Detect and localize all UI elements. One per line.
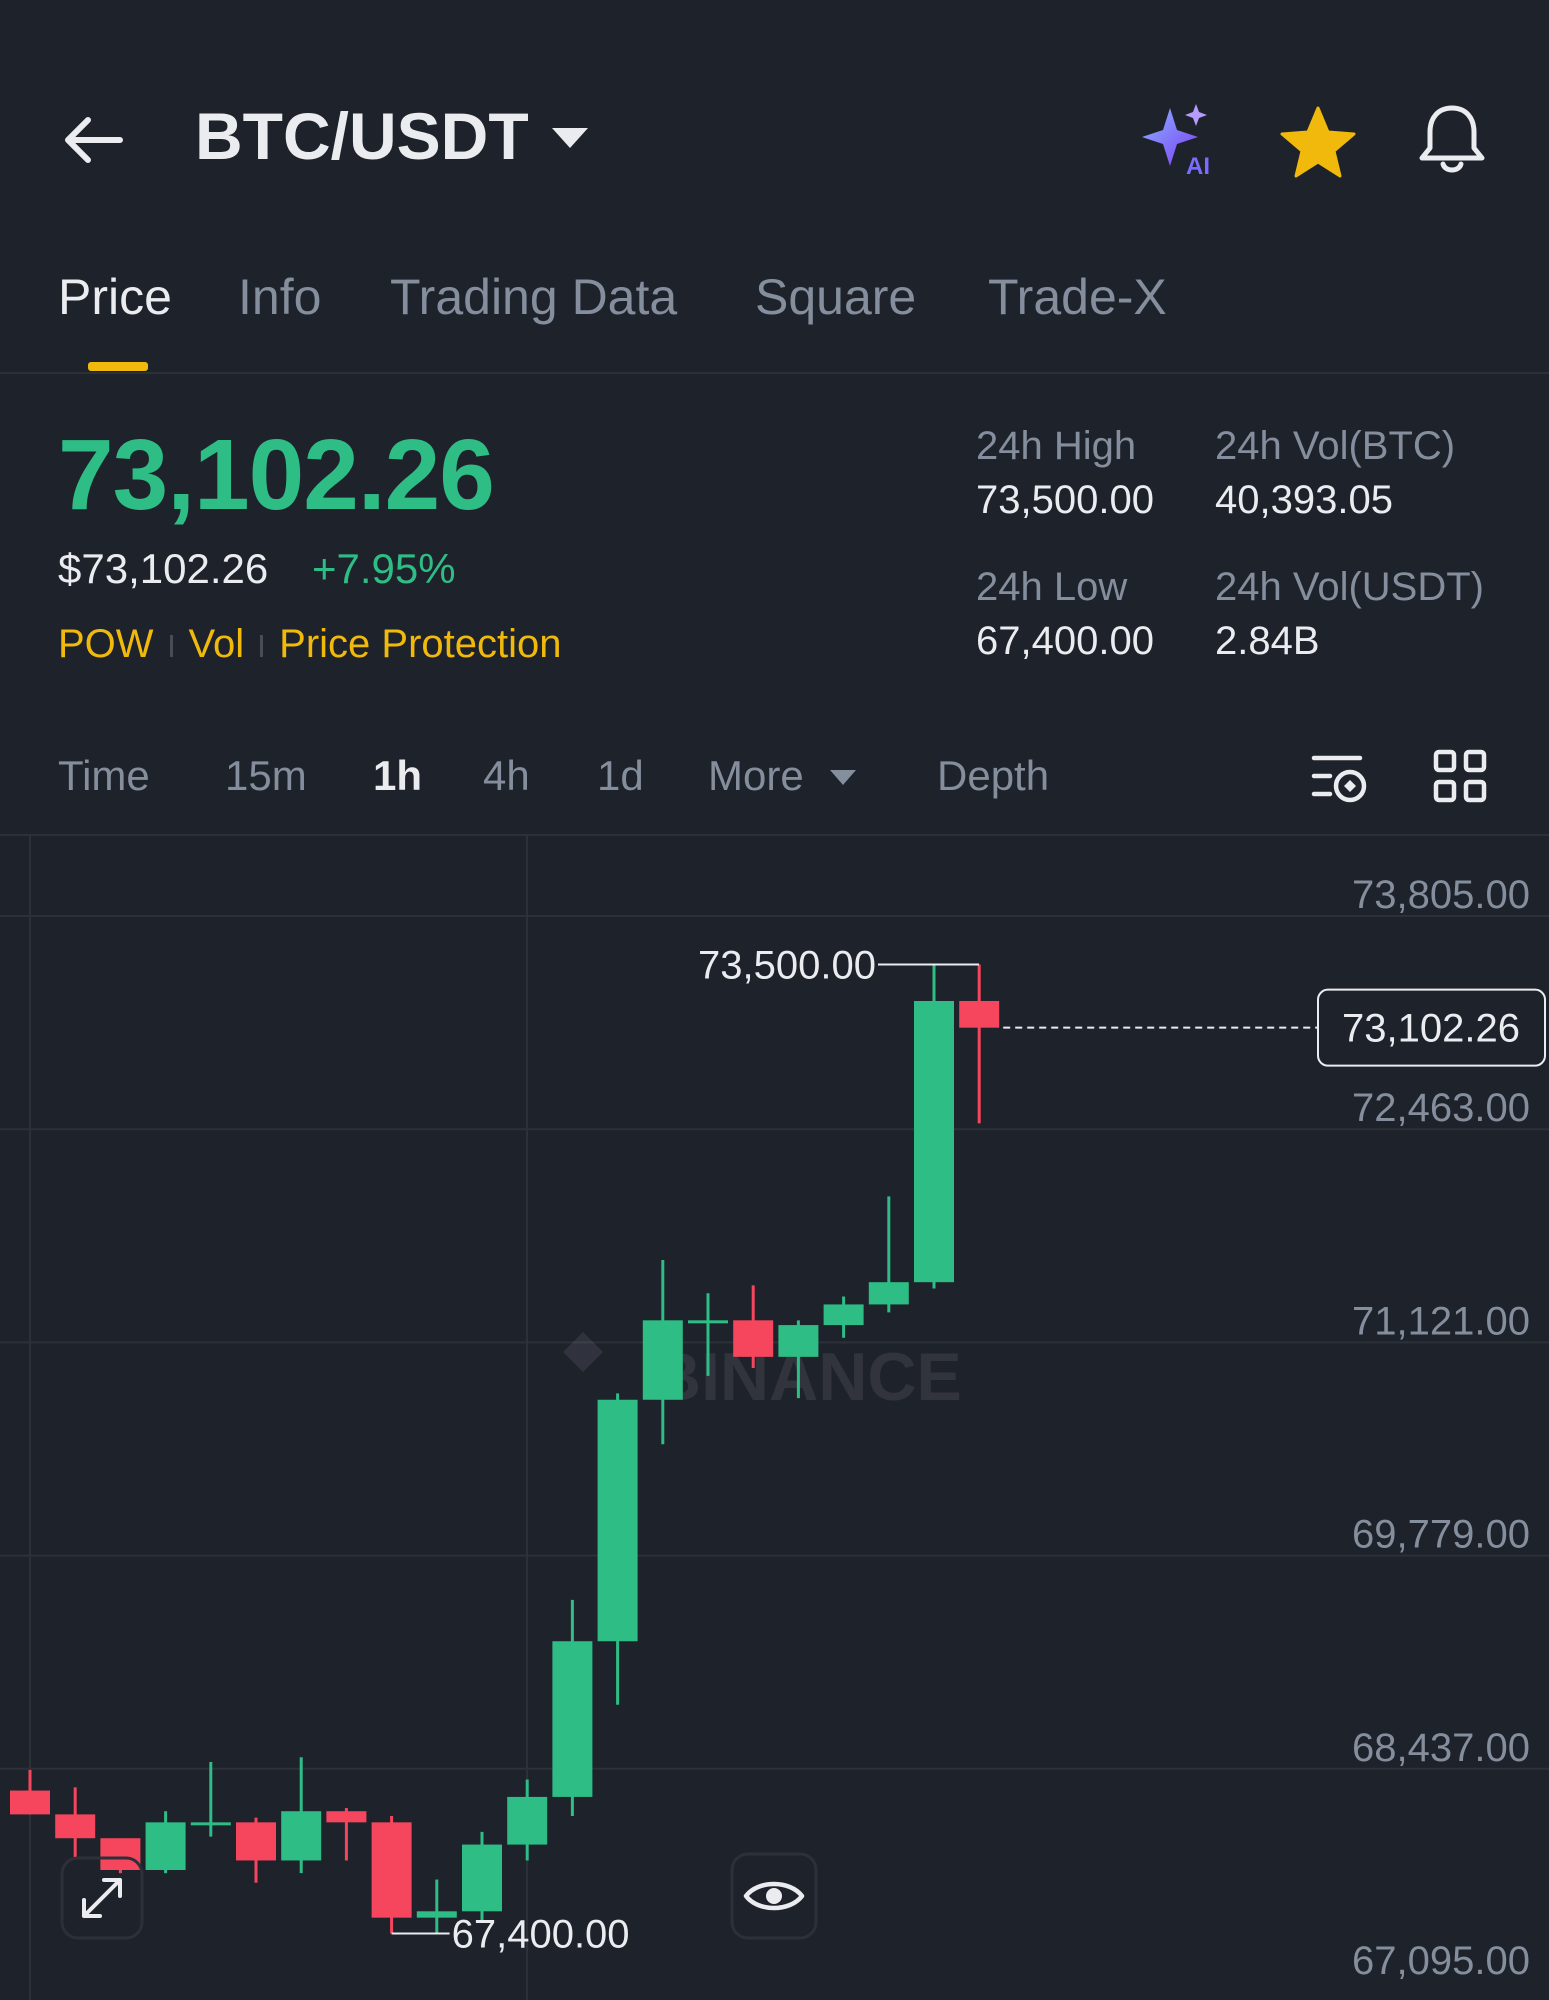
candle	[462, 1831, 502, 1921]
more-caret-icon[interactable]	[830, 770, 856, 785]
tag-pow[interactable]: POW	[58, 622, 154, 666]
candle-body	[145, 1822, 186, 1870]
candle	[552, 1599, 593, 1816]
expand-icon[interactable]	[60, 1856, 144, 1940]
candle-body	[281, 1811, 322, 1861]
last-price: 73,102.26	[58, 419, 495, 531]
candle-body	[823, 1304, 864, 1326]
candle	[868, 1196, 909, 1313]
candle-body	[778, 1325, 819, 1357]
candle-body	[462, 1844, 502, 1912]
tab-square[interactable]: Square	[755, 268, 916, 326]
candle-body	[597, 1399, 638, 1642]
candle-body	[642, 1320, 683, 1400]
timeframe-time[interactable]: Time	[58, 752, 150, 800]
candlestick-chart[interactable]: 73,805.00 72,463.00 71,121.00 69,779.00 68,4…	[0, 836, 1549, 2000]
indicator-settings-icon[interactable]	[1310, 748, 1370, 808]
y-tick-label: 73,805.00	[1352, 873, 1530, 917]
candle	[145, 1811, 186, 1874]
candle-body	[371, 1822, 412, 1918]
candle	[55, 1787, 96, 1858]
candle-body	[868, 1282, 909, 1305]
high-label: 24h High	[976, 424, 1137, 468]
candle-body	[10, 1790, 50, 1815]
tag-separator	[169, 635, 173, 658]
vol-btc-label: 24h Vol(BTC)	[1215, 424, 1456, 468]
high-value: 73,500.00	[976, 478, 1154, 522]
candles	[10, 964, 1000, 1934]
candle-body	[190, 1822, 231, 1826]
candle	[823, 1296, 864, 1338]
candle-body	[236, 1822, 276, 1861]
eye-icon[interactable]	[730, 1852, 818, 1940]
low-marker-label: 67,400.00	[452, 1913, 630, 1957]
candle	[326, 1808, 367, 1861]
candle-body	[326, 1811, 367, 1823]
tag-list: POW Vol Price Protection	[58, 622, 562, 667]
tag-vol[interactable]: Vol	[189, 622, 245, 666]
active-tab-indicator	[88, 362, 148, 371]
vol-usdt-value: 2.84B	[1215, 619, 1320, 663]
timeframe-more[interactable]: More	[708, 752, 804, 800]
ai-sparkle-icon[interactable]: AI	[1140, 100, 1220, 180]
candle	[10, 1769, 50, 1815]
binance-logo-icon	[563, 1332, 603, 1372]
y-tick-label: 69,779.00	[1352, 1513, 1530, 1557]
candle-body	[914, 1000, 954, 1283]
timeframe-15m[interactable]: 15m	[225, 752, 307, 800]
tag-separator	[260, 635, 264, 658]
chart-grid: 73,805.00 72,463.00 71,121.00 69,779.00 68,4…	[0, 836, 1549, 2000]
tab-info[interactable]: Info	[238, 268, 321, 326]
tag-price-protection[interactable]: Price Protection	[279, 622, 561, 666]
pair-title[interactable]: BTC/USDT	[195, 98, 529, 174]
vol-btc-value: 40,393.05	[1215, 478, 1393, 522]
candle	[959, 964, 1000, 1124]
vol-usdt-label: 24h Vol(USDT)	[1215, 565, 1484, 609]
candle	[507, 1779, 548, 1861]
candle-body	[507, 1796, 548, 1845]
timeframe-4h[interactable]: 4h	[483, 752, 530, 800]
candle	[597, 1393, 638, 1705]
top-bar: BTC/USDT AI	[0, 0, 1549, 240]
low-label: 24h Low	[976, 565, 1128, 609]
candle	[371, 1815, 412, 1934]
usd-price: $73,102.26	[58, 545, 269, 592]
y-tick-label: 67,095.00	[1352, 1939, 1530, 1983]
candle	[236, 1817, 276, 1883]
current-price-label: 73,102.26	[1342, 1007, 1520, 1051]
tab-trade-x[interactable]: Trade-X	[988, 268, 1167, 326]
candle	[914, 964, 954, 1289]
grid-layout-icon[interactable]	[1432, 748, 1488, 804]
main-tabs: Price Info Trading Data Square Trade-X	[0, 268, 1549, 368]
timeframe-1d[interactable]: 1d	[597, 752, 644, 800]
tab-trading-data[interactable]: Trading Data	[390, 268, 677, 326]
ai-badge: AI	[1186, 153, 1210, 180]
chevron-down-icon[interactable]	[552, 128, 588, 148]
candle	[281, 1757, 322, 1874]
y-tick-label: 68,437.00	[1352, 1726, 1530, 1770]
candle	[642, 1259, 683, 1445]
y-tick-label: 72,463.00	[1352, 1086, 1530, 1130]
divider	[0, 372, 1549, 374]
candle-body	[552, 1641, 593, 1797]
candle	[733, 1285, 774, 1368]
candle-body	[733, 1320, 774, 1357]
price-change-percent: +7.95%	[312, 545, 456, 592]
low-value: 67,400.00	[976, 619, 1154, 663]
back-arrow-icon[interactable]	[60, 105, 130, 175]
depth-tab[interactable]: Depth	[937, 752, 1049, 800]
candle	[190, 1761, 231, 1837]
timeframe-1h[interactable]: 1h	[373, 752, 422, 800]
candle-body	[688, 1320, 728, 1324]
bell-icon[interactable]	[1412, 100, 1492, 180]
star-icon[interactable]	[1278, 102, 1358, 182]
y-tick-label: 71,121.00	[1352, 1299, 1530, 1343]
candle-body	[959, 1000, 1000, 1028]
candle-body	[55, 1814, 96, 1839]
high-marker-label: 73,500.00	[698, 943, 876, 987]
tab-price[interactable]: Price	[58, 268, 172, 326]
